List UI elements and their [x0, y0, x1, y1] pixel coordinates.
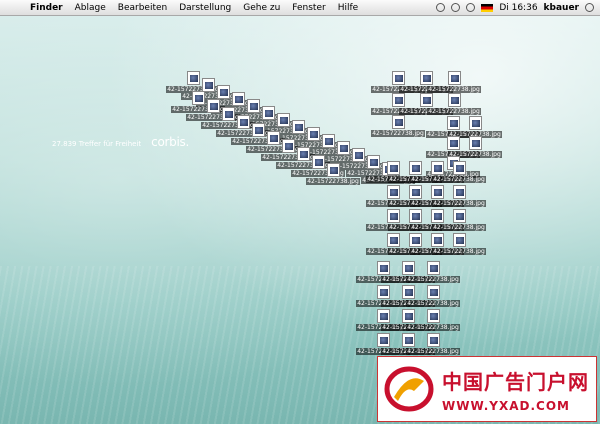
watermark-chinese-text: 中国广告门户网 — [442, 369, 589, 394]
image-file-icon — [452, 161, 466, 175]
tagline-text: 27.839 Treffer für Freiheit — [52, 140, 142, 148]
file-name-label: 42-15722738.jpg — [432, 248, 486, 255]
menu-fenster[interactable]: Fenster — [286, 3, 331, 13]
file-icon[interactable]: 42-15722738.jpg — [406, 285, 460, 307]
image-file-icon — [326, 163, 340, 177]
file-icon[interactable]: 42-15722738.jpg — [406, 309, 460, 331]
file-icon[interactable]: 42-15722738.jpg — [448, 116, 502, 138]
image-file-icon — [452, 233, 466, 247]
corbis-logo: corbis. — [151, 135, 189, 149]
file-icon[interactable]: 42-15722738.jpg — [427, 93, 481, 115]
menu-bearbeiten[interactable]: Bearbeiten — [112, 3, 173, 13]
file-icon[interactable]: 42-15722738.jpg — [406, 333, 460, 355]
file-icon[interactable]: 42-15722738.jpg — [432, 161, 486, 183]
file-icon[interactable]: 42-15722738.jpg — [432, 209, 486, 231]
image-file-icon — [391, 115, 405, 129]
image-file-icon — [426, 261, 440, 275]
image-file-icon — [426, 285, 440, 299]
menu-finder[interactable]: Finder — [24, 3, 69, 13]
image-file-icon — [447, 71, 461, 85]
file-name-label: 42-15722738.jpg — [406, 300, 460, 307]
image-file-icon — [468, 136, 482, 150]
volume-icon[interactable] — [466, 3, 476, 12]
spotlight-icon[interactable] — [585, 3, 594, 12]
watermark-logo-icon — [384, 363, 434, 415]
image-file-icon — [452, 209, 466, 223]
file-name-label: 42-15722738.jpg — [371, 130, 425, 137]
image-file-icon — [426, 333, 440, 347]
ad-tagline: 27.839 Treffer für Freiheit corbis. — [52, 135, 189, 149]
file-name-label: 42-15722738.jpg — [432, 200, 486, 207]
file-name-label: 42-15722738.jpg — [432, 176, 486, 183]
file-name-label: 42-15722738.jpg — [427, 86, 481, 93]
sync-icon[interactable] — [451, 3, 461, 12]
file-icon[interactable]: 42-15722738.jpg — [448, 136, 502, 158]
display-icon[interactable] — [436, 3, 446, 12]
menubar-user[interactable]: kbauer — [544, 3, 579, 13]
image-file-icon — [426, 309, 440, 323]
menu-hilfe[interactable]: Hilfe — [332, 3, 364, 13]
menu-darstellung[interactable]: Darstellung — [173, 3, 237, 13]
file-name-label: 42-15722738.jpg — [306, 178, 360, 185]
file-icon[interactable]: 42-15722738.jpg — [406, 261, 460, 283]
file-name-label: 42-15722738.jpg — [406, 348, 460, 355]
menu-ablage[interactable]: Ablage — [69, 3, 112, 13]
file-name-label: 42-15722738.jpg — [432, 224, 486, 231]
image-file-icon — [452, 185, 466, 199]
file-name-label: 42-15722738.jpg — [427, 108, 481, 115]
watermark: 中国广告门户网 WWW.YXAD.COM — [377, 356, 597, 422]
image-file-icon — [447, 93, 461, 107]
file-name-label: 42-15722738.jpg — [406, 324, 460, 331]
file-icon[interactable]: 42-15722738.jpg — [432, 233, 486, 255]
file-icon[interactable]: 42-15722738.jpg — [371, 115, 425, 137]
image-file-icon — [468, 116, 482, 130]
menu-bar: Finder Ablage Bearbeiten Darstellung Geh… — [0, 0, 600, 16]
input-flag-icon[interactable] — [481, 3, 494, 12]
menubar-clock[interactable]: Di 16:36 — [499, 3, 537, 13]
file-icon[interactable]: 42-15722738.jpg — [306, 163, 360, 185]
watermark-url: WWW.YXAD.COM — [442, 398, 570, 413]
file-name-label: 42-15722738.jpg — [406, 276, 460, 283]
menu-gehe-zu[interactable]: Gehe zu — [237, 3, 286, 13]
file-icon[interactable]: 42-15722738.jpg — [432, 185, 486, 207]
file-icon[interactable]: 42-15722738.jpg — [427, 71, 481, 93]
